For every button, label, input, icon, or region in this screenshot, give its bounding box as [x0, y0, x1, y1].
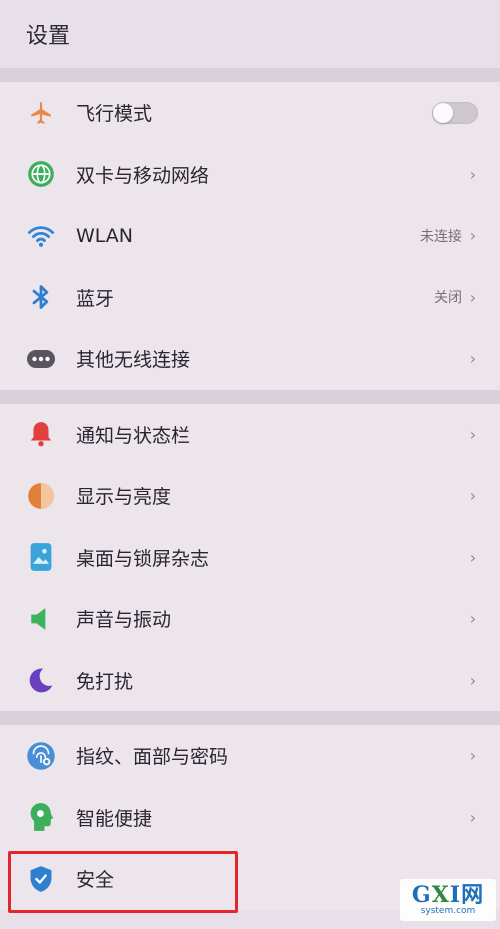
- watermark-url: system.com: [420, 905, 476, 916]
- settings-item-label: WLAN: [76, 224, 134, 247]
- chevron-right-icon: ›: [469, 164, 477, 184]
- chevron-right-icon: ›: [469, 424, 477, 444]
- chevron-right-icon: ›: [469, 486, 477, 506]
- settings-item-label: 智能便捷: [76, 807, 153, 830]
- wlan-status: 未连接: [420, 228, 462, 245]
- chevron-right-icon: ›: [469, 287, 477, 307]
- settings-item-label: 蓝牙: [76, 287, 115, 310]
- settings-item-dual-sim[interactable]: 双卡与移动网络 ›: [0, 144, 500, 206]
- settings-item-label: 显示与亮度: [76, 486, 172, 509]
- toggle-knob: [433, 102, 453, 123]
- settings-group-wireless: 飞行模式 双卡与移动网络 › WLAN 未连接 › 蓝牙 关闭 › 其他无线连接…: [0, 82, 500, 390]
- speaker-icon: [26, 604, 56, 634]
- chevron-right-icon: ›: [469, 349, 477, 369]
- chevron-right-icon: ›: [469, 226, 477, 246]
- globe-icon: [26, 159, 56, 189]
- settings-item-label: 免打扰: [76, 670, 134, 693]
- settings-group-device: 通知与状态栏 › 显示与亮度 › 桌面与锁屏杂志 › 声音与振动 › 免打扰 ›: [0, 403, 500, 712]
- settings-item-label: 飞行模式: [76, 103, 153, 126]
- settings-item-smart-assist[interactable]: 智能便捷 ›: [0, 787, 500, 849]
- settings-item-other-wireless[interactable]: 其他无线连接 ›: [0, 328, 500, 390]
- settings-screen: 设置 飞行模式 双卡与移动网络 › WLAN 未连接 › 蓝牙 关闭 › 其他无…: [0, 0, 500, 929]
- settings-item-airplane-mode[interactable]: 飞行模式: [0, 82, 500, 144]
- settings-item-wallpaper[interactable]: 桌面与锁屏杂志 ›: [0, 527, 500, 589]
- settings-item-do-not-disturb[interactable]: 免打扰 ›: [0, 650, 500, 712]
- group-divider: [0, 711, 500, 725]
- settings-item-sound[interactable]: 声音与振动 ›: [0, 588, 500, 650]
- settings-item-wlan[interactable]: WLAN 未连接 ›: [0, 205, 500, 267]
- chevron-right-icon: ›: [469, 609, 477, 629]
- bluetooth-icon: [26, 282, 56, 312]
- settings-item-label: 指纹、面部与密码: [76, 746, 229, 769]
- watermark-logo: GXI网 system.com: [400, 879, 496, 921]
- airplane-mode-toggle[interactable]: [432, 101, 478, 124]
- settings-item-label: 其他无线连接: [76, 349, 191, 372]
- wifi-icon: [26, 221, 56, 251]
- settings-item-biometrics[interactable]: 指纹、面部与密码 ›: [0, 725, 500, 787]
- chevron-right-icon: ›: [469, 670, 477, 690]
- settings-item-display[interactable]: 显示与亮度 ›: [0, 465, 500, 527]
- watermark-logo-text: GXI网: [411, 881, 485, 908]
- settings-item-bluetooth[interactable]: 蓝牙 关闭 ›: [0, 267, 500, 329]
- settings-item-label: 声音与振动: [76, 609, 172, 632]
- settings-item-label: 通知与状态栏: [76, 424, 191, 447]
- smart-head-icon: [26, 802, 56, 832]
- settings-item-label: 桌面与锁屏杂志: [76, 547, 210, 570]
- airplane-icon: [26, 98, 56, 128]
- chevron-right-icon: ›: [469, 746, 477, 766]
- wallpaper-icon: [26, 542, 56, 572]
- group-divider: [0, 68, 500, 82]
- group-divider: [0, 389, 500, 404]
- page-title: 设置: [26, 24, 71, 49]
- chevron-right-icon: ›: [469, 807, 477, 827]
- chevron-right-icon: ›: [469, 547, 477, 567]
- fingerprint-face-icon: [26, 741, 56, 771]
- settings-item-label: 双卡与移动网络: [76, 164, 210, 187]
- bluetooth-status: 关闭: [434, 290, 462, 307]
- shield-icon: [26, 864, 56, 894]
- moon-icon: [26, 665, 56, 695]
- more-dots-icon: [26, 344, 56, 374]
- brightness-icon: [26, 481, 56, 511]
- settings-item-notifications[interactable]: 通知与状态栏 ›: [0, 404, 500, 466]
- header: 设置: [0, 0, 500, 68]
- bell-icon: [26, 419, 56, 449]
